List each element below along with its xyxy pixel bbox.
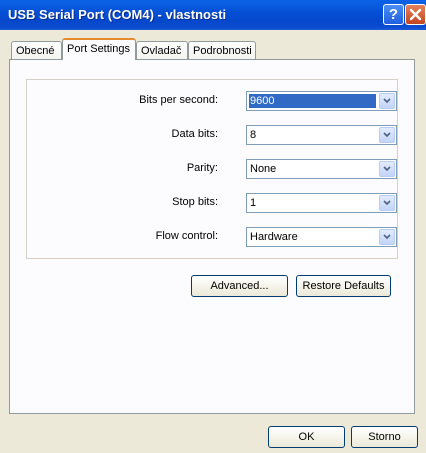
data-bits-dropdown[interactable]: 8 (246, 125, 397, 145)
settings-group: Bits per second: 9600 Data bits: 8 Parit… (26, 79, 398, 259)
dropdown-button[interactable] (379, 93, 395, 109)
flow-control-label: Flow control: (155, 230, 218, 242)
bits-per-second-value: 9600 (249, 94, 376, 108)
flow-control-value: Hardware (250, 231, 298, 243)
advanced-button[interactable]: Advanced... (191, 275, 288, 297)
dropdown-button[interactable] (379, 127, 395, 143)
tab-general[interactable]: Obecné (11, 41, 62, 60)
ok-button[interactable]: OK (268, 426, 345, 448)
tab-port-settings[interactable]: Port Settings (62, 38, 136, 60)
close-x-icon (409, 8, 422, 21)
parity-value: None (250, 163, 277, 175)
port-settings-panel: Bits per second: 9600 Data bits: 8 Parit… (9, 59, 415, 414)
window-title: USB Serial Port (COM4) - vlastnosti (8, 7, 227, 22)
chevron-down-icon (383, 166, 391, 172)
dropdown-button[interactable] (379, 161, 395, 177)
bits-per-second-label: Bits per second: (139, 94, 218, 106)
title-bar[interactable]: USB Serial Port (COM4) - vlastnosti ? (0, 0, 426, 30)
parity-label: Parity: (186, 162, 218, 174)
cancel-button[interactable]: Storno (351, 426, 418, 448)
properties-dialog: USB Serial Port (COM4) - vlastnosti ? Ob… (0, 0, 426, 453)
dropdown-button[interactable] (379, 229, 395, 245)
parity-dropdown[interactable]: None (246, 159, 397, 179)
stop-bits-value: 1 (250, 197, 257, 209)
dropdown-button[interactable] (379, 195, 395, 211)
tab-driver[interactable]: Ovladač (136, 41, 188, 60)
close-button[interactable] (405, 4, 426, 25)
chevron-down-icon (383, 98, 391, 104)
stop-bits-label: Stop bits: (172, 196, 218, 208)
question-mark-icon: ? (388, 6, 399, 23)
bits-per-second-dropdown[interactable]: 9600 (246, 91, 397, 111)
restore-defaults-button[interactable]: Restore Defaults (296, 275, 391, 297)
tab-details[interactable]: Podrobnosti (188, 41, 256, 60)
data-bits-label: Data bits: (171, 128, 218, 140)
chevron-down-icon (383, 132, 391, 138)
help-button[interactable]: ? (383, 4, 404, 25)
flow-control-dropdown[interactable]: Hardware (246, 227, 397, 247)
data-bits-value: 8 (250, 129, 257, 141)
chevron-down-icon (383, 200, 391, 206)
chevron-down-icon (383, 234, 391, 240)
stop-bits-dropdown[interactable]: 1 (246, 193, 397, 213)
